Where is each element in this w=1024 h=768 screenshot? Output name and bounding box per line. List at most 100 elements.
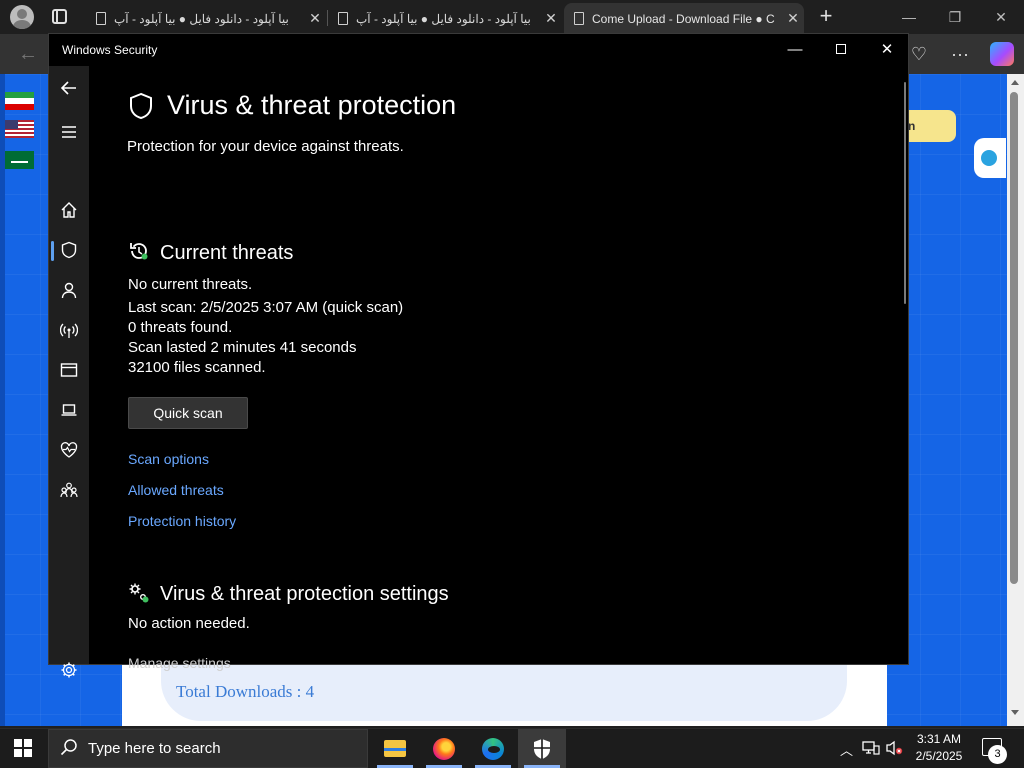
clock-time: 3:31 AM xyxy=(916,732,962,746)
firefox-icon xyxy=(433,737,455,760)
profile-avatar-icon[interactable] xyxy=(10,5,34,29)
close-tab-icon[interactable]: ✕ xyxy=(540,10,562,27)
allowed-threats-link[interactable]: Allowed threats xyxy=(128,482,224,498)
windows-security-shield-icon xyxy=(534,738,550,759)
hamburger-menu-icon xyxy=(62,126,76,138)
scan-duration-text: Scan lasted 2 minutes 41 seconds xyxy=(128,339,357,356)
show-hidden-icons-chevron-icon[interactable]: ︿ xyxy=(840,740,853,759)
desktop: بیا آپلود - دانلود فایل ● بیا آپلود - آپ… xyxy=(0,0,1024,768)
close-button[interactable]: ✕ xyxy=(864,39,910,61)
window-title-bar[interactable]: Windows Security — ✕ xyxy=(49,34,908,66)
browser-tab-1[interactable]: بیا آپلود - دانلود فایل ● بیا آپلود - آپ… xyxy=(86,3,326,34)
app-window-icon xyxy=(60,363,78,377)
nav-device-security[interactable] xyxy=(49,392,89,428)
windows-security-window: Windows Security — ✕ Virus & threat prot… xyxy=(48,33,909,678)
nav-account-protection[interactable] xyxy=(49,272,89,308)
search-icon xyxy=(60,739,77,756)
menu-button[interactable] xyxy=(49,114,89,150)
tab-actions-icon[interactable] xyxy=(52,9,67,24)
saudi-flag-icon[interactable] xyxy=(5,151,34,169)
content-scrollbar[interactable] xyxy=(904,82,906,304)
browser-tab-3[interactable]: Come Upload - Download File ● C ✕ xyxy=(564,3,804,34)
maximize-icon xyxy=(836,44,846,54)
document-icon xyxy=(338,12,348,25)
nav-app-browser-control[interactable] xyxy=(49,352,89,388)
nav-settings[interactable] xyxy=(49,652,89,688)
history-refresh-icon xyxy=(130,243,148,260)
new-tab-button[interactable]: + xyxy=(815,4,837,28)
nav-virus-threat-protection[interactable] xyxy=(49,232,89,268)
search-placeholder: Type here to search xyxy=(88,740,221,757)
notification-count-badge: 3 xyxy=(988,745,1007,764)
current-threats-heading: Current threats xyxy=(160,242,294,264)
settings-heading: Virus & threat protection settings xyxy=(160,583,449,605)
iran-flag-icon[interactable] xyxy=(5,92,34,110)
quick-scan-button[interactable]: Quick scan xyxy=(128,397,248,429)
network-icon[interactable] xyxy=(862,740,880,756)
nav-device-performance-health[interactable] xyxy=(49,432,89,468)
home-icon xyxy=(61,202,77,218)
wireless-antenna-icon xyxy=(60,323,78,338)
page-subtitle: Protection for your device against threa… xyxy=(127,138,404,155)
minimize-button[interactable]: — xyxy=(772,39,818,61)
laptop-icon xyxy=(61,404,77,416)
edge-icon xyxy=(482,737,504,760)
shield-icon xyxy=(130,92,152,120)
tab-title: بیا آپلود - دانلود فایل ● بیا آپلود - آپ xyxy=(114,11,289,26)
window-title: Windows Security xyxy=(62,43,158,57)
more-options-icon[interactable]: ··· xyxy=(947,42,973,66)
navigation-rail xyxy=(49,66,89,678)
nav-family-options[interactable] xyxy=(49,472,89,508)
close-tab-icon[interactable]: ✕ xyxy=(304,10,326,27)
nav-home[interactable] xyxy=(49,192,89,228)
us-flag-icon[interactable] xyxy=(5,120,34,138)
copilot-icon[interactable] xyxy=(990,42,1014,66)
scroll-down-arrow-icon[interactable] xyxy=(1011,710,1019,715)
browser-restore-button[interactable]: ❐ xyxy=(932,6,978,28)
taskbar-firefox[interactable] xyxy=(420,729,468,768)
taskbar-windows-security[interactable] xyxy=(518,729,566,768)
volume-muted-icon[interactable] xyxy=(885,740,903,756)
scroll-up-arrow-icon[interactable] xyxy=(1011,80,1019,85)
files-scanned-text: 32100 files scanned. xyxy=(128,359,266,376)
document-icon xyxy=(96,12,106,25)
tab-title: بیا آپلود - دانلود فایل ● بیا آپلود - آپ xyxy=(356,11,531,26)
maximize-button[interactable] xyxy=(818,39,864,61)
close-tab-icon[interactable]: ✕ xyxy=(782,10,804,27)
heart-pulse-icon xyxy=(60,442,78,458)
browser-close-button[interactable]: ✕ xyxy=(978,6,1024,28)
webpage-sidebar-edge xyxy=(0,74,5,726)
settings-status-text: No action needed. xyxy=(128,615,250,632)
tab-title: Come Upload - Download File ● C xyxy=(592,11,775,26)
family-icon xyxy=(60,482,78,498)
nav-firewall-network[interactable] xyxy=(49,312,89,348)
browser-back-icon[interactable]: ← xyxy=(14,42,42,66)
total-downloads-text: Total Downloads : 4 xyxy=(176,682,315,701)
back-button[interactable] xyxy=(49,70,89,106)
windows-start-icon[interactable] xyxy=(14,739,32,757)
webpage-scroll-thumb[interactable] xyxy=(1010,92,1018,584)
taskbar-file-explorer[interactable] xyxy=(371,729,419,768)
main-content: Virus & threat protection Protection for… xyxy=(89,66,908,671)
last-scan-text: Last scan: 2/5/2025 3:07 AM (quick scan) xyxy=(128,299,404,316)
telegram-icon[interactable] xyxy=(974,138,1006,178)
document-icon xyxy=(574,12,584,25)
taskbar-clock[interactable]: 3:31 AM 2/5/2025 xyxy=(906,731,972,765)
manage-settings-link[interactable]: Manage settings xyxy=(128,655,231,671)
shield-icon xyxy=(61,241,77,259)
browser-minimize-button[interactable]: — xyxy=(886,6,932,28)
threat-status-text: No current threats. xyxy=(128,276,253,293)
threats-found-text: 0 threats found. xyxy=(128,319,233,336)
settings-gears-icon xyxy=(129,583,149,603)
webpage-yellow-button[interactable]: n xyxy=(904,110,956,142)
person-icon xyxy=(61,282,77,299)
scan-options-link[interactable]: Scan options xyxy=(128,451,209,467)
protection-history-link[interactable]: Protection history xyxy=(128,513,236,529)
gear-icon xyxy=(61,662,77,678)
taskbar-edge[interactable] xyxy=(469,729,517,768)
clock-date: 2/5/2025 xyxy=(915,749,963,763)
back-arrow-icon xyxy=(60,81,76,95)
folder-icon xyxy=(384,740,406,757)
browser-tab-2[interactable]: بیا آپلود - دانلود فایل ● بیا آپلود - آپ… xyxy=(328,3,562,34)
page-title: Virus & threat protection xyxy=(167,90,457,120)
